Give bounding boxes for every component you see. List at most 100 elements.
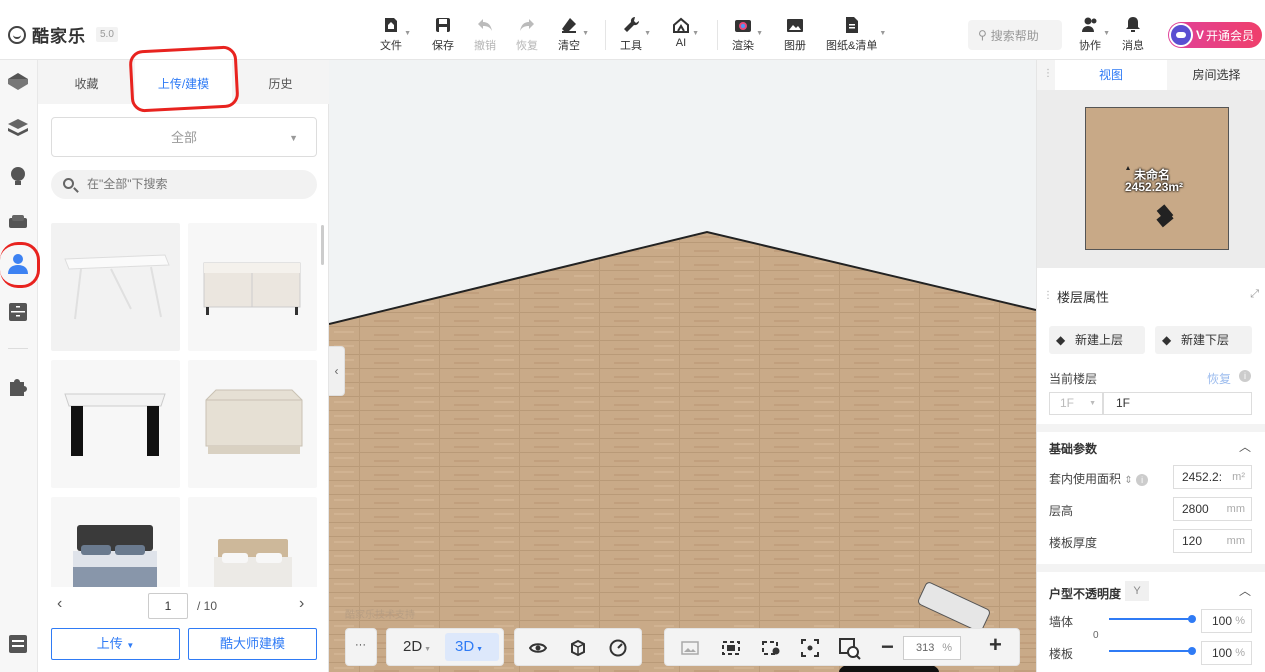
camera-tools-group: − 313 % + (664, 628, 1020, 666)
current-floor-label: 当前楼层 (1049, 372, 1098, 386)
drag-handle-icon[interactable]: ⋮ (1043, 290, 1053, 301)
y-toggle-icon[interactable]: Y (1125, 581, 1149, 601)
layers-icon[interactable] (6, 116, 30, 140)
bed-dark-thumbnail (73, 525, 157, 587)
floor-opacity-input[interactable]: 100 % (1201, 641, 1252, 665)
lightbulb-icon[interactable] (6, 164, 30, 188)
vip-badge-icon: V (1196, 28, 1205, 42)
chevron-up-icon[interactable]: ︿ (1239, 438, 1251, 455)
vip-label: 开通会员 (1206, 28, 1255, 43)
next-page-icon[interactable]: › (299, 595, 304, 613)
height-input[interactable]: 2800 mm (1173, 497, 1252, 521)
wall-opacity-slider[interactable] (1109, 615, 1196, 623)
collapse-panel-handle[interactable]: ‹ (329, 346, 345, 396)
floor-select[interactable]: 1F ▼ (1049, 392, 1103, 415)
collab-button[interactable]: 协作 ▼ (1079, 16, 1110, 53)
expand-icon[interactable]: ⤢ (1250, 288, 1259, 301)
zoom-unit: % (942, 642, 952, 654)
desk-thumbnail (64, 393, 166, 456)
model-card-bed-dark[interactable] (51, 497, 180, 587)
ai-menu-button[interactable]: AI ▼ (672, 16, 699, 49)
document-list-icon[interactable] (6, 632, 30, 656)
search-icon (63, 178, 74, 189)
chevron-down-icon: ▼ (404, 30, 411, 37)
zoom-in-button[interactable]: + (989, 632, 1002, 658)
wrench-icon (624, 16, 640, 32)
new-upper-floor-button[interactable]: ◆ 新建上层 (1049, 326, 1145, 354)
info-icon[interactable]: i (1136, 474, 1149, 486)
redo-button[interactable]: 恢复 (516, 16, 538, 53)
more-button[interactable]: ··· (355, 639, 366, 651)
wall-opacity-input[interactable]: 100 % (1201, 609, 1252, 633)
save-button[interactable]: 保存 (432, 16, 454, 53)
floorplan-icon[interactable] (6, 70, 30, 94)
zoom-level-input[interactable]: 313 % (903, 636, 961, 660)
grid-scrollbar[interactable] (321, 225, 324, 265)
restore-link[interactable]: 恢复 (1207, 370, 1231, 387)
gauge-icon[interactable] (609, 639, 627, 657)
page-total: / 10 (197, 599, 218, 613)
3d-viewport[interactable]: 酷家乐技术支持 ··· 2D ▼ 3D ▼ − 313 % + (329, 60, 1036, 672)
page-number-input[interactable]: 1 (148, 593, 188, 619)
logo[interactable]: 酷家乐 5.0 (8, 22, 118, 47)
screenshot-frame-icon[interactable] (721, 639, 741, 657)
help-search-input[interactable]: ⚲ 搜索帮助 (968, 20, 1062, 50)
chevron-up-icon[interactable]: ︿ (1239, 582, 1251, 599)
logo-icon (8, 25, 26, 44)
model-card-coffee-table[interactable] (188, 360, 317, 488)
cube-icon[interactable] (569, 639, 587, 657)
camera-marker-icon[interactable] (1120, 158, 1180, 228)
info-icon[interactable]: i (1239, 370, 1251, 382)
room-outline[interactable]: 未命名 2452.23m² (1085, 107, 1229, 250)
messages-button[interactable]: 消息 (1122, 16, 1144, 53)
tab-room-select[interactable]: 房间选择 (1167, 60, 1265, 90)
slab-thickness-input[interactable]: 120 mm (1173, 529, 1252, 553)
drag-handle-icon[interactable]: ⋮ (1043, 68, 1053, 79)
model-card-white-table[interactable] (51, 223, 180, 351)
upload-button[interactable]: 上传 ▼ (51, 628, 180, 660)
category-select[interactable]: 全部 ▼ (51, 117, 317, 157)
drawings-menu-button[interactable]: 图纸&清单 ▼ (826, 16, 886, 53)
tab-view[interactable]: 视图 (1055, 60, 1167, 90)
album-button[interactable]: 图册 (784, 16, 806, 53)
tab-upload-model[interactable]: 上传/建模 (135, 60, 232, 104)
sort-icon[interactable]: ⇕ (1124, 475, 1132, 486)
vip-button[interactable]: V 开通会员 (1168, 22, 1262, 48)
prev-page-icon[interactable]: ‹ (57, 595, 62, 613)
user-upload-icon[interactable] (6, 252, 30, 276)
new-lower-floor-button[interactable]: ◆ 新建下层 (1155, 326, 1252, 354)
focus-icon[interactable] (801, 639, 819, 657)
tab-favorites[interactable]: 收藏 (38, 60, 135, 104)
model-card-tv-cabinet[interactable] (188, 223, 317, 351)
model-card-desk[interactable] (51, 360, 180, 488)
area-input[interactable]: 2452.2: m² (1173, 465, 1252, 489)
master-modeling-button[interactable]: 酷大师建模 (188, 628, 317, 660)
redo-label: 恢复 (516, 40, 538, 52)
floor-opacity-slider[interactable] (1109, 647, 1196, 655)
slider-knob[interactable] (1188, 647, 1196, 655)
image-icon[interactable] (681, 639, 699, 657)
chevron-down-icon: ▼ (422, 646, 432, 653)
bed-wood-thumbnail (214, 539, 292, 587)
minimap[interactable]: 未命名 2452.23m² (1037, 90, 1265, 268)
floor-name-input[interactable]: 1F (1103, 392, 1252, 415)
sofa-icon[interactable] (6, 210, 30, 234)
view-2d-button[interactable]: 2D ▼ (403, 638, 431, 655)
undo-button[interactable]: 撤销 (474, 16, 496, 53)
eye-icon[interactable] (529, 639, 547, 657)
model-card-bed-wood[interactable] (188, 497, 317, 587)
zoom-fit-icon[interactable] (839, 638, 861, 660)
tv-cabinet-thumbnail (203, 262, 301, 315)
cabinet-icon[interactable] (6, 300, 30, 324)
view-3d-button[interactable]: 3D ▼ (455, 638, 483, 655)
zoom-out-button[interactable]: − (881, 634, 894, 660)
tab-history[interactable]: 历史 (232, 60, 329, 104)
clear-button[interactable]: 清空 ▼ (558, 16, 589, 53)
library-search-input[interactable]: 在"全部"下搜索 (51, 170, 317, 199)
camera-settings-icon[interactable] (761, 639, 781, 657)
puzzle-plugin-icon[interactable] (6, 374, 30, 398)
slider-knob[interactable] (1188, 615, 1196, 623)
render-menu-button[interactable]: 渲染 ▼ (732, 16, 763, 53)
file-menu-button[interactable]: 文件 ▼ (380, 16, 411, 53)
tools-menu-button[interactable]: 工具 ▼ (620, 16, 651, 53)
